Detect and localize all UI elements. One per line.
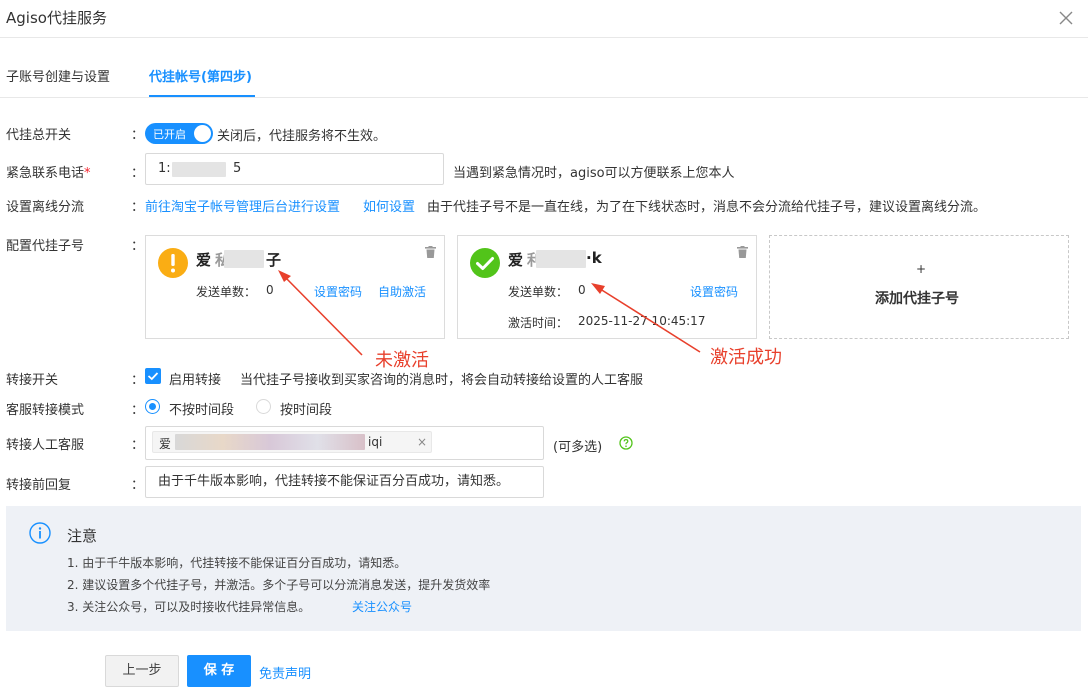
- transfer-switch-hint: 当代挂子号接收到买家咨询的消息时，将会自动转接给设置的人工客服: [240, 373, 644, 388]
- agent-tag-end: iqi: [368, 435, 383, 449]
- notice-line-2: 2. 建议设置多个代挂子号，并激活。多个子号可以分流消息发送，提升发货效率: [67, 578, 491, 592]
- pre-reply-input[interactable]: 由于千牛版本影响，代挂转接不能保证百分百成功，请知悉。: [145, 466, 544, 498]
- selected-agent-tag: 爱 iqi ×: [152, 431, 432, 453]
- transfer-mode-label: 客服转接模式: [6, 403, 85, 418]
- transfer-switch-label: 转接开关: [6, 373, 59, 388]
- radio-by-time-slot[interactable]: [256, 399, 271, 414]
- notice-box: 注意 1. 由于千牛版本影响，代挂转接不能保证百分百成功，请知悉。 2. 建议设…: [6, 506, 1081, 631]
- follow-official-account-link[interactable]: 关注公众号: [352, 598, 412, 615]
- annotation-active: 激活成功: [710, 347, 782, 368]
- enable-transfer-label: 启用转接: [169, 373, 222, 388]
- radio-no-time-slot[interactable]: [145, 399, 160, 414]
- colon: ：: [131, 373, 145, 388]
- pre-reply-value: 由于千牛版本影响，代挂转接不能保证百分百成功，请知悉。: [158, 474, 510, 489]
- colon: ：: [131, 438, 145, 453]
- agent-tag-start: 爱: [159, 437, 172, 451]
- colon: ：: [131, 478, 145, 493]
- radio-by-time-slot-label: 按时间段: [280, 403, 333, 418]
- multi-select-note: (可多选): [553, 440, 603, 455]
- notice-line-3: 3. 关注公众号，可以及时接收代挂异常信息。: [67, 600, 311, 614]
- agent-label: 转接人工客服: [6, 438, 85, 453]
- agent-tag-redaction: [175, 434, 365, 450]
- disclaimer-link[interactable]: 免责声明: [259, 663, 311, 682]
- notice-line-1: 1. 由于千牛版本影响，代挂转接不能保证百分百成功，请知悉。: [67, 556, 407, 570]
- info-icon: [29, 522, 51, 544]
- previous-step-button[interactable]: 上一步: [105, 655, 179, 687]
- colon: ：: [131, 403, 145, 418]
- help-circle-icon[interactable]: [619, 436, 633, 450]
- save-button[interactable]: 保 存: [187, 655, 251, 687]
- radio-no-time-slot-label: 不按时间段: [169, 403, 235, 418]
- pre-reply-label: 转接前回复: [6, 478, 72, 493]
- remove-tag-icon[interactable]: ×: [417, 435, 427, 449]
- notice-title: 注意: [67, 527, 98, 545]
- enable-transfer-checkbox[interactable]: [145, 368, 161, 384]
- check-icon: [147, 372, 159, 381]
